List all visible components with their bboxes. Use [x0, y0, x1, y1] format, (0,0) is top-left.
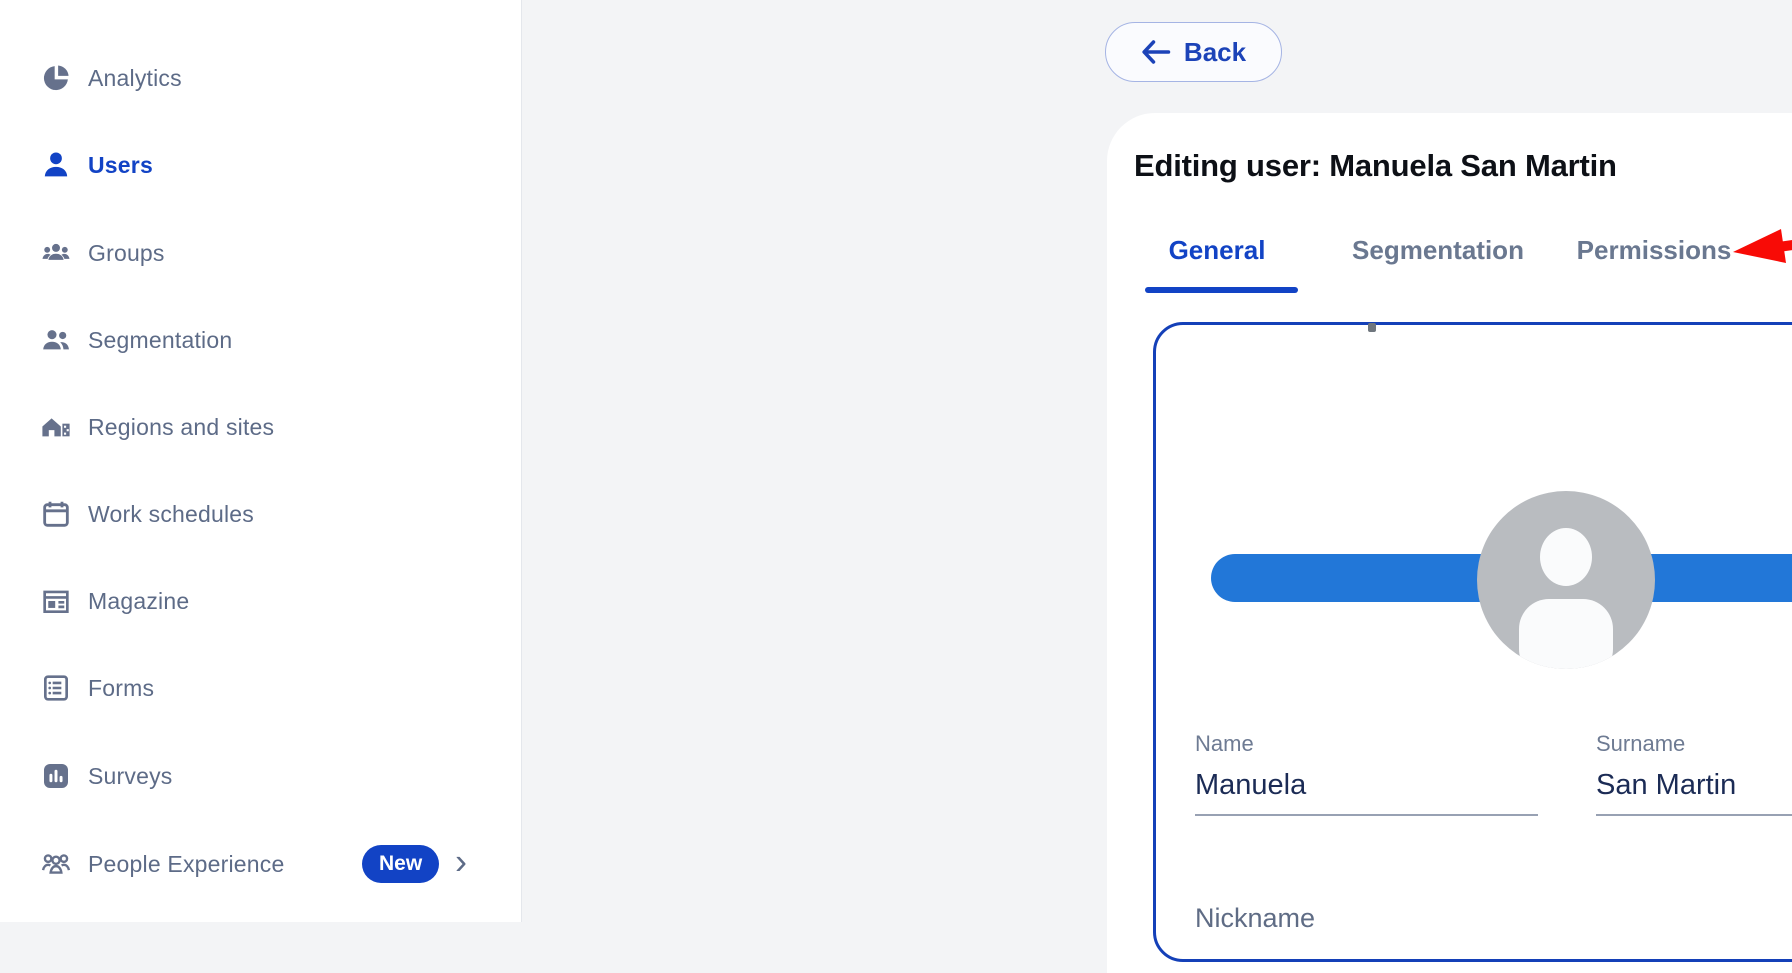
calendar-icon: [40, 498, 72, 530]
new-badge: New: [362, 845, 439, 883]
surname-input-underline: [1596, 814, 1792, 816]
sidebar-item-segmentation[interactable]: Segmentation: [0, 312, 522, 368]
sidebar-item-surveys[interactable]: Surveys: [0, 748, 522, 804]
pie-chart-icon: [40, 62, 72, 94]
sidebar-item-users[interactable]: Users: [0, 137, 522, 193]
tab-permissions[interactable]: Permissions: [1577, 235, 1732, 266]
sidebar-item-label: People Experience: [88, 851, 284, 878]
magazine-icon: [40, 585, 72, 617]
people-experience-icon: [40, 848, 72, 880]
back-button-label: Back: [1184, 37, 1246, 68]
sidebar-item-label: Magazine: [88, 588, 189, 615]
sidebar-item-people-experience[interactable]: People Experience New ›: [0, 836, 522, 892]
tab-segmentation[interactable]: Segmentation: [1352, 235, 1524, 266]
sidebar-item-label: Analytics: [88, 65, 182, 92]
sidebar-item-label: Surveys: [88, 763, 172, 790]
sidebar-item-label: Regions and sites: [88, 414, 274, 441]
sidebar-item-forms[interactable]: Forms: [0, 660, 522, 716]
back-button[interactable]: Back: [1105, 22, 1282, 82]
sidebar-item-work-schedules[interactable]: Work schedules: [0, 486, 522, 542]
arrow-left-icon: [1141, 39, 1171, 65]
chevron-right-icon[interactable]: ›: [455, 840, 467, 882]
sidebar-item-magazine[interactable]: Magazine: [0, 573, 522, 629]
main-area: Back Editing user: Manuela San Martin Ge…: [523, 0, 1792, 922]
regions-icon: [40, 411, 72, 443]
sidebar-item-label: Groups: [88, 240, 165, 267]
segmentation-icon: [40, 324, 72, 356]
name-field-label: Name: [1195, 731, 1254, 757]
page-title: Editing user: Manuela San Martin: [1134, 148, 1617, 184]
sidebar-item-label: Segmentation: [88, 327, 232, 354]
surveys-icon: [40, 760, 72, 792]
user-profile-card: [1153, 322, 1792, 962]
sidebar-item-label: Users: [88, 152, 153, 179]
sidebar-item-analytics[interactable]: Analytics: [0, 50, 522, 106]
sidebar-item-label: Work schedules: [88, 501, 254, 528]
surname-input[interactable]: San Martin: [1596, 769, 1736, 802]
tab-general[interactable]: General: [1169, 235, 1266, 266]
sidebar-item-regions-and-sites[interactable]: Regions and sites: [0, 399, 522, 455]
nickname-field-label: Nickname: [1195, 903, 1315, 934]
avatar-placeholder[interactable]: [1477, 491, 1655, 669]
card-top-notch: [1368, 323, 1376, 332]
active-tab-underline: [1145, 287, 1298, 293]
forms-icon: [40, 672, 72, 704]
sidebar: Analytics Users Groups Segmentation Regi…: [0, 0, 522, 922]
groups-icon: [40, 237, 72, 269]
user-icon: [40, 149, 72, 181]
sidebar-item-groups[interactable]: Groups: [0, 225, 522, 281]
avatar-person-head: [1540, 528, 1592, 586]
surname-field-label: Surname: [1596, 731, 1685, 757]
sidebar-item-label: Forms: [88, 675, 154, 702]
name-input-underline: [1195, 814, 1538, 816]
avatar-person-body: [1519, 599, 1613, 669]
name-input[interactable]: Manuela: [1195, 769, 1306, 802]
